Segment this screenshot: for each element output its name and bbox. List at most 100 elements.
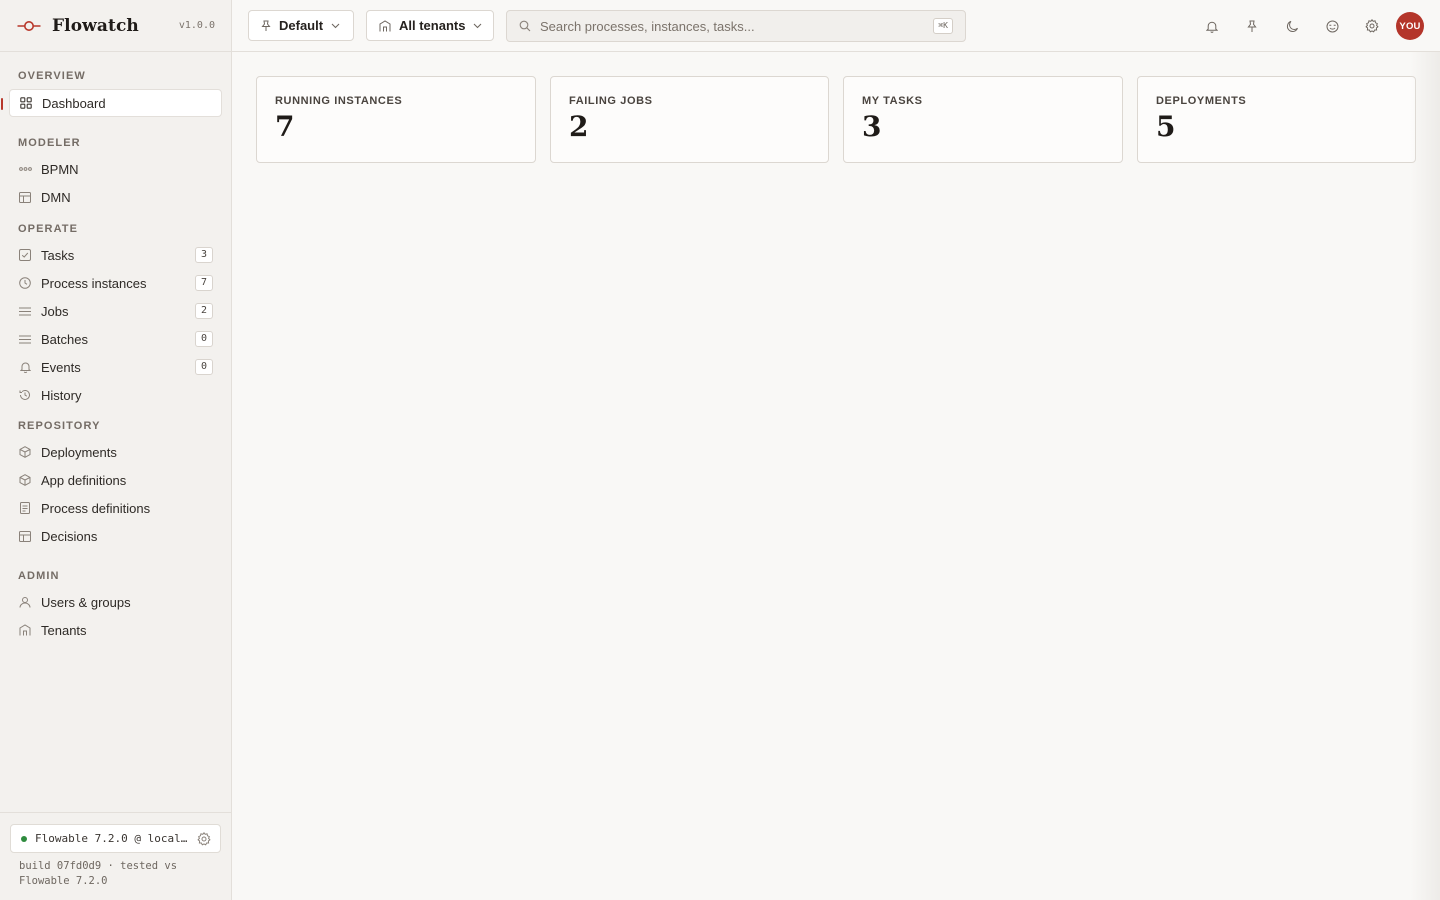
count-badge: 7 (195, 275, 213, 291)
sidebar-item-label: Decisions (41, 528, 98, 544)
sidebar-item-label: Jobs (41, 303, 69, 319)
sidebar-item-label: Deployments (41, 444, 117, 460)
section-title-admin: ADMIN (18, 570, 60, 582)
chevron-down-icon (473, 23, 482, 29)
sidebar-item-label: Dashboard (42, 95, 106, 111)
section-title-overview: OVERVIEW (18, 70, 86, 82)
cube-icon (18, 445, 32, 459)
sidebar-item-users-groups[interactable]: Users & groups (9, 588, 222, 616)
section-title-operate: OPERATE (18, 223, 79, 235)
flowatch-logo-icon (17, 19, 41, 33)
grid-icon (19, 96, 33, 110)
stat-value: 5 (1156, 110, 1176, 143)
emoji-icon[interactable] (1322, 16, 1342, 36)
engine-connection[interactable]: Flowable 7.2.0 @ localhost (10, 824, 221, 853)
stat-card-failing-jobs[interactable]: FAILING JOBS 2 (550, 76, 829, 163)
stat-label: DEPLOYMENTS (1156, 95, 1247, 107)
user-icon (18, 595, 32, 609)
document-icon (18, 501, 32, 515)
stat-card-my-tasks[interactable]: MY TASKS 3 (843, 76, 1123, 163)
search-icon (519, 20, 531, 32)
sidebar-item-bpmn[interactable]: BPMN (9, 155, 222, 183)
brand: Flowatch v1.0.0 (0, 0, 231, 52)
sidebar-item-tenants[interactable]: Tenants (9, 616, 222, 644)
flow-icon (18, 162, 32, 176)
sidebar-item-label: Process instances (41, 275, 147, 291)
sidebar-item-history[interactable]: History (9, 381, 222, 409)
stat-label: FAILING JOBS (569, 95, 653, 107)
clock-icon (18, 276, 32, 290)
search-box[interactable]: ⌘K (506, 10, 966, 42)
gear-icon[interactable] (1362, 16, 1382, 36)
building-icon (379, 19, 391, 32)
pin-icon[interactable] (1242, 16, 1262, 36)
stat-card-deployments[interactable]: DEPLOYMENTS 5 (1137, 76, 1416, 163)
sidebar-item-decisions[interactable]: Decisions (9, 522, 222, 550)
sidebar-item-events[interactable]: Events 0 (9, 353, 222, 381)
sidebar-item-dmn[interactable]: DMN (9, 183, 222, 211)
moon-icon[interactable] (1282, 16, 1302, 36)
tenant-label: All tenants (399, 18, 466, 33)
count-badge: 0 (195, 359, 213, 375)
count-badge: 3 (195, 247, 213, 263)
sidebar-item-tasks[interactable]: Tasks 3 (9, 241, 222, 269)
sidebar-item-label: Tenants (41, 622, 87, 638)
stat-label: RUNNING INSTANCES (275, 95, 403, 107)
build-info: build 07fd0d9 · tested vs Flowable 7.2.0 (19, 859, 219, 889)
count-badge: 2 (195, 303, 213, 319)
lines-icon (18, 304, 32, 318)
building-icon (18, 623, 32, 637)
stat-value: 7 (275, 110, 295, 143)
sidebar-item-label: DMN (41, 189, 71, 205)
connection-status-dot (21, 835, 27, 842)
bell-icon (18, 360, 32, 374)
sidebar-item-label: Tasks (41, 247, 75, 263)
sidebar-nav: OVERVIEW Dashboard MODELER BPMN DMN OPER… (0, 52, 231, 644)
sidebar-item-process-instances[interactable]: Process instances 7 (9, 269, 222, 297)
sidebar-item-label: BPMN (41, 161, 79, 177)
sidebar-item-label: Batches (41, 331, 88, 347)
search-shortcut: ⌘K (933, 18, 953, 34)
cube-icon (18, 473, 32, 487)
sidebar-item-batches[interactable]: Batches 0 (9, 325, 222, 353)
stat-value: 2 (569, 110, 589, 143)
count-badge: 0 (195, 331, 213, 347)
scroll-edge-shadow (1410, 52, 1440, 900)
section-title-modeler: MODELER (18, 137, 81, 149)
sidebar-item-label: Users & groups (41, 594, 131, 610)
history-icon (18, 388, 32, 402)
bell-icon[interactable] (1202, 16, 1222, 36)
stat-value: 3 (862, 110, 882, 143)
build-info-line: build 07fd0d9 · tested vs (19, 860, 178, 872)
checkbox-icon (18, 248, 32, 262)
app-version: v1.0.0 (178, 20, 215, 31)
chevron-down-icon (331, 23, 340, 29)
build-info-line: Flowable 7.2.0 (19, 875, 108, 887)
sidebar-item-label: Process definitions (41, 500, 151, 516)
lines-icon (18, 332, 32, 346)
avatar[interactable]: YOU (1396, 12, 1424, 40)
sidebar-divider (0, 812, 231, 813)
sidebar-item-deployments[interactable]: Deployments (9, 438, 222, 466)
sidebar: Flowatch v1.0.0 OVERVIEW Dashboard MODEL… (0, 0, 232, 900)
pin-icon (261, 20, 271, 32)
sidebar-item-dashboard[interactable]: Dashboard (1, 89, 222, 117)
sidebar-item-label: Events (41, 359, 81, 375)
environment-label: Default (279, 18, 324, 33)
sidebar-item-label: History (41, 387, 82, 403)
engine-label: Flowable 7.2.0 @ localhost (35, 832, 189, 845)
sidebar-item-app-definitions[interactable]: App definitions (9, 466, 222, 494)
stat-label: MY TASKS (862, 95, 923, 107)
sidebar-item-process-definitions[interactable]: Process definitions (9, 494, 222, 522)
table-icon (18, 190, 32, 204)
search-input[interactable] (540, 18, 934, 34)
app-name: Flowatch (52, 15, 139, 36)
topbar: Default All tenants ⌘K YOU (232, 0, 1440, 52)
stat-card-running-instances[interactable]: RUNNING INSTANCES 7 (256, 76, 536, 163)
tenant-select[interactable]: All tenants (366, 10, 494, 41)
environment-select[interactable]: Default (248, 10, 354, 41)
gear-icon[interactable] (197, 831, 211, 846)
sidebar-item-jobs[interactable]: Jobs 2 (9, 297, 222, 325)
table-icon (18, 529, 32, 543)
section-title-repository: REPOSITORY (18, 420, 101, 432)
